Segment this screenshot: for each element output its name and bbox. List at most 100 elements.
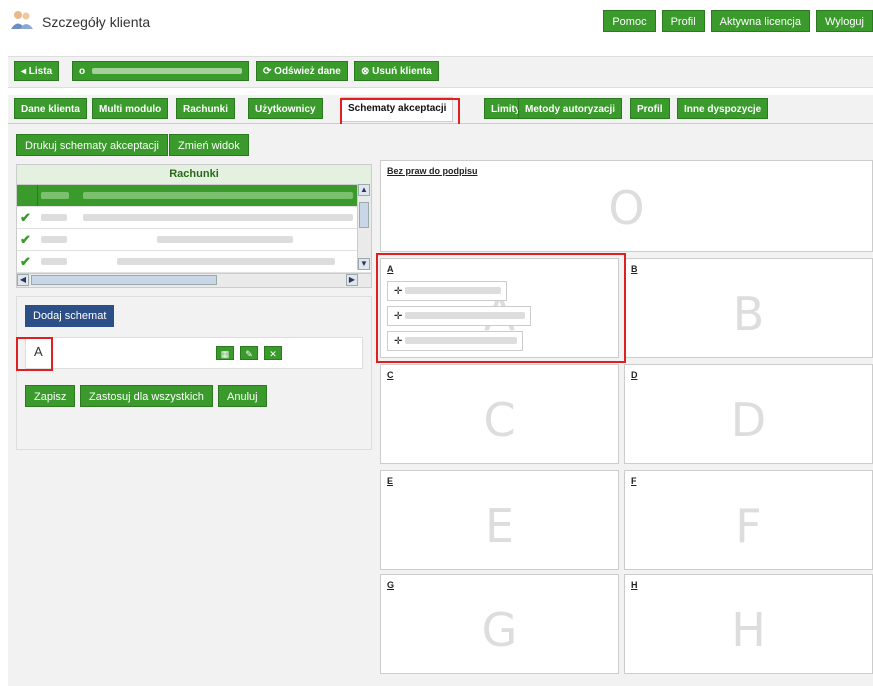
account-code-cell bbox=[41, 207, 71, 228]
redacted-text bbox=[83, 192, 353, 199]
print-schemes-button[interactable]: Drukuj schematy akceptacji bbox=[16, 134, 168, 156]
group-h[interactable]: H H bbox=[624, 574, 873, 674]
account-name-cell bbox=[83, 207, 357, 228]
tab-multi-modulo[interactable]: Multi modulo bbox=[92, 98, 169, 119]
active-license-button[interactable]: Aktywna licencja bbox=[710, 10, 810, 32]
group-e[interactable]: E E bbox=[380, 470, 619, 570]
redacted-text bbox=[157, 236, 293, 243]
group-label: Bez praw do podpisu bbox=[387, 166, 478, 176]
redacted-text bbox=[41, 236, 67, 243]
table-row[interactable] bbox=[17, 185, 371, 207]
scheme-name: A bbox=[34, 344, 43, 359]
redacted-text bbox=[405, 337, 518, 344]
delete-label: Usuń klienta bbox=[372, 66, 432, 77]
group-letter: E bbox=[484, 499, 515, 553]
help-button[interactable]: Pomoc bbox=[603, 10, 656, 32]
client-name-redacted bbox=[91, 68, 242, 75]
tab-client-data[interactable]: Dane klienta bbox=[14, 98, 87, 119]
group-label: G bbox=[387, 580, 395, 590]
tab-users[interactable]: Użytkownicy bbox=[248, 98, 323, 119]
user-item[interactable]: ✛ bbox=[387, 281, 507, 301]
group-b[interactable]: B B bbox=[624, 258, 873, 358]
redacted-text bbox=[405, 312, 526, 319]
header-buttons: Pomoc Profil Aktywna licencja Wyloguj bbox=[603, 10, 873, 32]
redacted-text bbox=[41, 214, 67, 221]
scheme-form: Dodaj schemat A ▦ ✎ ✕ Zapisz Zastosuj dl… bbox=[16, 296, 372, 450]
group-c[interactable]: C C bbox=[380, 364, 619, 464]
refresh-icon: ⟳ bbox=[263, 66, 272, 77]
scroll-right-icon[interactable]: ▶ bbox=[346, 274, 358, 286]
account-code-cell bbox=[41, 229, 71, 250]
refresh-label: Odśwież dane bbox=[274, 66, 341, 77]
group-a[interactable]: A A ✛ ✛ ✛ bbox=[380, 258, 619, 358]
table-icon[interactable]: ▦ bbox=[216, 346, 234, 360]
add-scheme-button[interactable]: Dodaj schemat bbox=[25, 305, 115, 327]
users-icon bbox=[11, 11, 33, 29]
check-icon: ✔ bbox=[20, 254, 31, 269]
redacted-text bbox=[405, 287, 502, 294]
apply-all-button[interactable]: Zastosuj dla wszystkich bbox=[80, 385, 213, 407]
group-d[interactable]: D D bbox=[624, 364, 873, 464]
tab-auth-methods[interactable]: Metody autoryzacji bbox=[518, 98, 623, 119]
group-g[interactable]: G G bbox=[380, 574, 619, 674]
check-cell bbox=[17, 185, 38, 206]
cancel-button[interactable]: Anuluj bbox=[218, 385, 267, 407]
delete-icon: ⊗ bbox=[361, 66, 370, 77]
scroll-thumb[interactable] bbox=[359, 202, 369, 228]
group-letter: H bbox=[731, 603, 766, 657]
redacted-text bbox=[117, 258, 335, 265]
accounts-table-header: Rachunki bbox=[17, 165, 371, 185]
tab-other-orders[interactable]: Inne dyspozycje bbox=[677, 98, 769, 119]
group-letter: B bbox=[732, 287, 765, 341]
tab-acceptance-schemes[interactable]: Schematy akceptacji bbox=[341, 97, 454, 122]
save-button[interactable]: Zapisz bbox=[25, 385, 76, 407]
tab-accounts[interactable]: Rachunki bbox=[176, 98, 236, 119]
left-panel: Rachunki ✔ ✔ ✔ ▲ ▼ ◀ ▶ Dodaj schemat A ▦… bbox=[16, 160, 372, 450]
group-letter: F bbox=[735, 499, 762, 553]
group-letter: C bbox=[483, 393, 516, 447]
move-icon: ✛ bbox=[394, 286, 403, 297]
redacted-text bbox=[41, 192, 69, 199]
scroll-thumb[interactable] bbox=[31, 275, 217, 285]
user-item[interactable]: ✛ bbox=[387, 306, 531, 326]
group-none[interactable]: Bez praw do podpisu O bbox=[380, 160, 873, 252]
refresh-button[interactable]: ⟳ Odśwież dane bbox=[256, 61, 348, 81]
profile-button[interactable]: Profil bbox=[661, 10, 705, 32]
group-label: E bbox=[387, 476, 394, 486]
account-code-cell bbox=[41, 185, 71, 206]
scheme-item[interactable]: A ▦ ✎ ✕ bbox=[25, 337, 363, 369]
group-f[interactable]: F F bbox=[624, 470, 873, 570]
table-row[interactable]: ✔ bbox=[17, 251, 371, 273]
scroll-down-icon[interactable]: ▼ bbox=[358, 258, 370, 270]
group-label: F bbox=[631, 476, 637, 486]
move-icon: ✛ bbox=[394, 311, 403, 322]
horizontal-scrollbar[interactable]: ◀ ▶ bbox=[17, 273, 371, 287]
group-label: H bbox=[631, 580, 638, 590]
check-icon: ✔ bbox=[20, 232, 31, 247]
change-view-button[interactable]: Zmień widok bbox=[169, 134, 249, 156]
table-row[interactable]: ✔ bbox=[17, 207, 371, 229]
scroll-up-icon[interactable]: ▲ bbox=[358, 184, 370, 196]
wrench-icon[interactable]: ✎ bbox=[240, 346, 258, 360]
accounts-table: Rachunki ✔ ✔ ✔ ▲ ▼ ◀ ▶ bbox=[16, 164, 372, 288]
close-icon[interactable]: ✕ bbox=[264, 346, 282, 360]
account-name-cell bbox=[83, 185, 357, 206]
user-item[interactable]: ✛ bbox=[387, 331, 523, 351]
page-title: Szczegóły klienta bbox=[42, 14, 151, 30]
tab-profile[interactable]: Profil bbox=[630, 98, 670, 119]
delete-client-button[interactable]: ⊗ Usuń klienta bbox=[354, 61, 439, 81]
group-label: B bbox=[631, 264, 638, 274]
client-selector[interactable]: o bbox=[72, 61, 249, 81]
list-button[interactable]: ◂ Lista bbox=[14, 61, 60, 81]
scroll-left-icon[interactable]: ◀ bbox=[17, 274, 29, 286]
client-toolbar: ◂ Lista o ⟳ Odśwież dane ⊗ Usuń klienta bbox=[8, 56, 873, 88]
logout-button[interactable]: Wyloguj bbox=[815, 10, 873, 32]
vertical-scrollbar[interactable]: ▲ ▼ bbox=[357, 184, 371, 270]
group-letter: O bbox=[608, 181, 645, 235]
top-bar: Szczegóły klienta Pomoc Profil Aktywna l… bbox=[0, 0, 873, 50]
group-label: A bbox=[387, 264, 394, 274]
move-icon: ✛ bbox=[394, 336, 403, 347]
group-letter: G bbox=[481, 603, 518, 657]
table-row[interactable]: ✔ bbox=[17, 229, 371, 251]
redacted-text bbox=[41, 258, 67, 265]
